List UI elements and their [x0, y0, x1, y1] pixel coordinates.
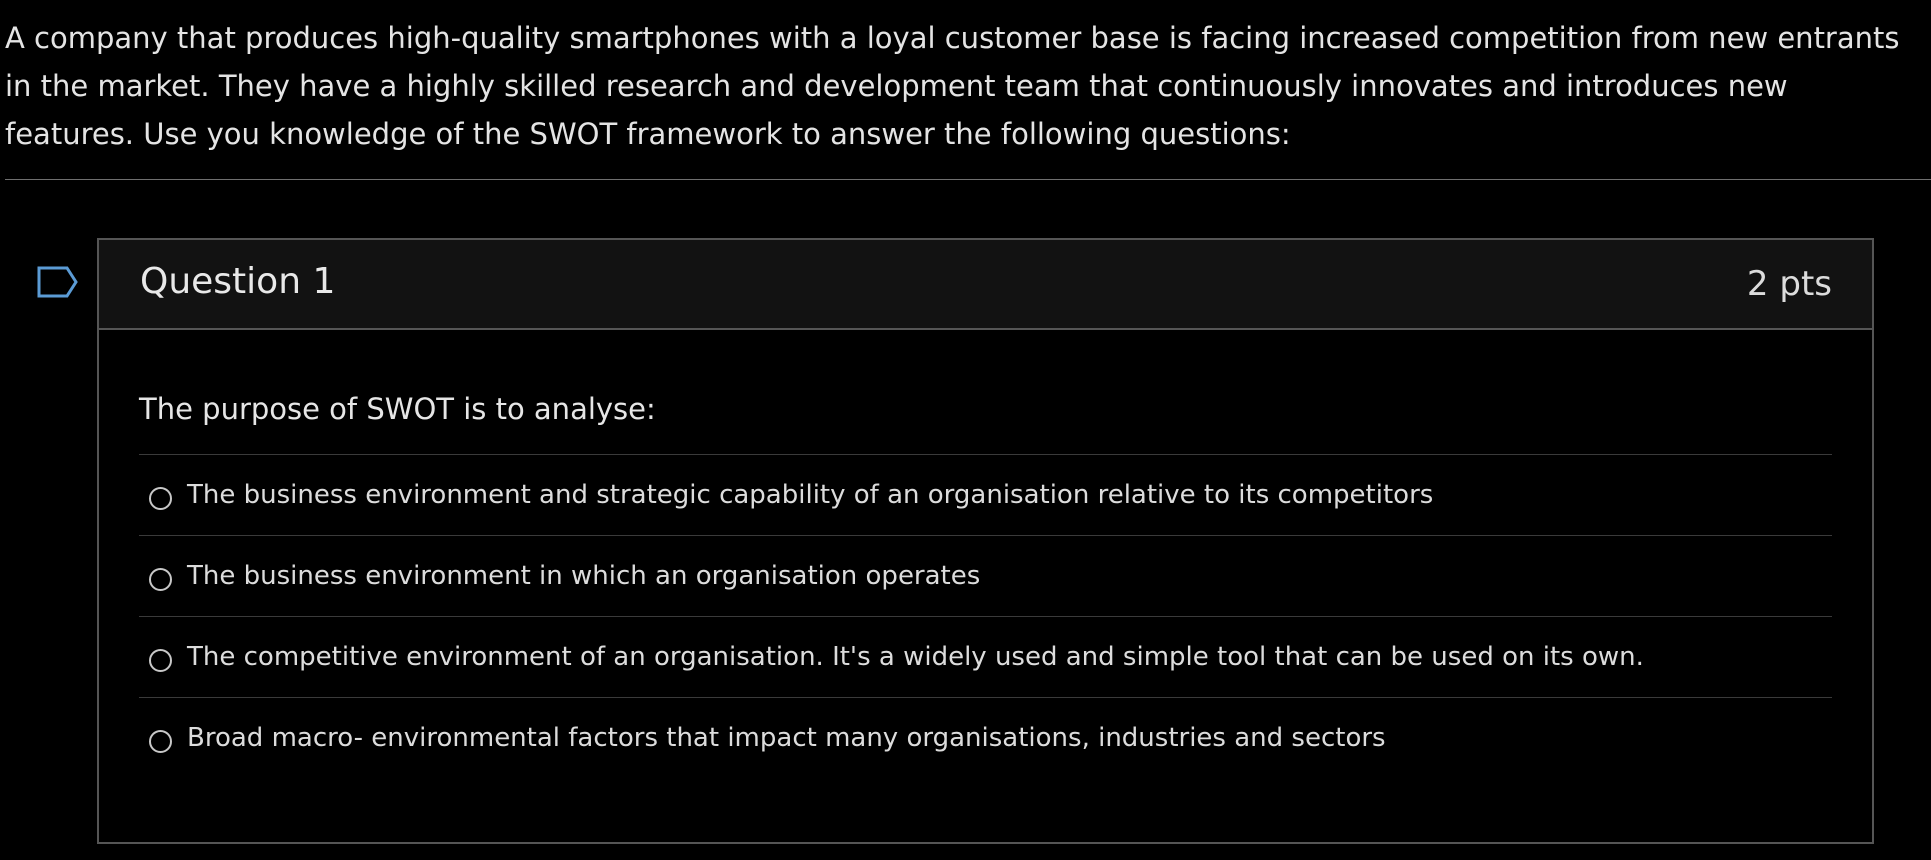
question-card: Question 1 2 pts The purpose of SWOT is …	[97, 238, 1874, 844]
question-body: The purpose of SWOT is to analyse: The b…	[99, 330, 1872, 778]
answer-option[interactable]: The business environment and strategic c…	[139, 455, 1832, 536]
answer-label: Broad macro- environmental factors that …	[187, 723, 1386, 753]
question-text: The purpose of SWOT is to analyse:	[139, 330, 1832, 455]
answer-option[interactable]: The competitive environment of an organi…	[139, 617, 1832, 698]
bookmark-flag-icon	[37, 266, 78, 298]
question-header: Question 1 2 pts	[99, 240, 1872, 330]
quiz-page: A company that produces high-quality sma…	[0, 0, 1931, 860]
answer-label: The business environment and strategic c…	[187, 480, 1434, 510]
flag-question-button[interactable]	[37, 266, 81, 298]
answer-list: The business environment and strategic c…	[139, 455, 1832, 778]
question-title: Question 1	[140, 261, 336, 302]
radio-button[interactable]	[149, 567, 172, 591]
answer-option[interactable]: The business environment in which an org…	[139, 536, 1832, 617]
radio-button[interactable]	[149, 729, 172, 753]
radio-button[interactable]	[149, 648, 172, 672]
question-points: 2 pts	[1746, 264, 1832, 304]
section-divider	[5, 179, 1931, 180]
answer-option[interactable]: Broad macro- environmental factors that …	[139, 698, 1832, 778]
radio-button[interactable]	[149, 486, 172, 510]
answer-label: The competitive environment of an organi…	[187, 642, 1644, 672]
scenario-intro-text: A company that produces high-quality sma…	[5, 21, 1900, 151]
answer-label: The business environment in which an org…	[187, 561, 981, 591]
